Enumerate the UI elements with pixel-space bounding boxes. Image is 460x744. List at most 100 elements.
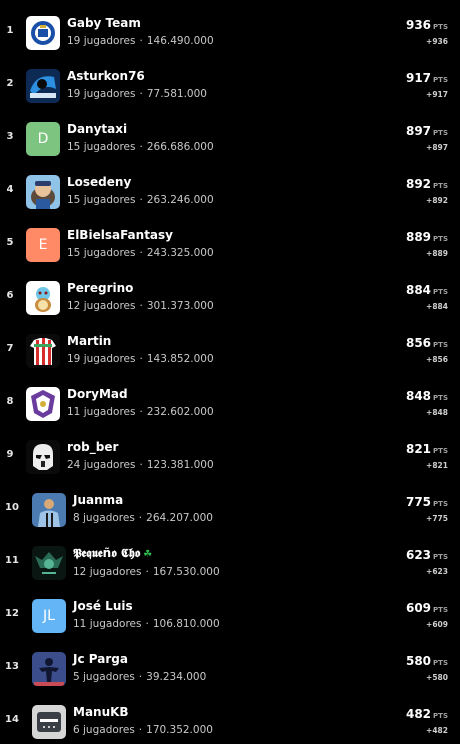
ranking-row[interactable]: 5 E ElBielsaFantasy 15 jugadores · 243.325.00… bbox=[0, 214, 460, 267]
ranking-row[interactable]: 2 Asturkon76 19 jugadores · 77.581.000 917 PTS… bbox=[0, 55, 460, 108]
team-value: 232.602.000 bbox=[146, 406, 214, 418]
ranking-row[interactable]: 8 DoryMad 11 jugadores · 232.602.000 848 PTS +8… bbox=[0, 373, 460, 426]
team-value: 143.852.000 bbox=[146, 353, 214, 365]
team-name[interactable]: Jc Parga bbox=[73, 652, 206, 667]
team-info: Gaby Team 19 jugadores · 146.490.000 bbox=[67, 16, 214, 48]
players-count: 11 jugadores bbox=[73, 618, 142, 630]
points-line: 848 PTS bbox=[406, 389, 448, 405]
points-unit: PTS bbox=[433, 341, 448, 349]
rank-number: 1 bbox=[6, 25, 14, 36]
separator: · bbox=[139, 247, 143, 259]
team-info: Losedeny 15 jugadores · 263.246.000 bbox=[67, 175, 214, 207]
players-count: 15 jugadores bbox=[67, 247, 136, 259]
team-info: Danytaxi 15 jugadores · 266.686.000 bbox=[67, 122, 214, 154]
team-info: rob_ber 24 jugadores · 123.381.000 bbox=[67, 440, 214, 472]
points-value: 917 bbox=[405, 71, 432, 85]
team-name-text: 𝕻𝖊𝖖𝖚𝖊ñ𝖔 𝕮𝖍𝖔 bbox=[73, 546, 141, 560]
rank-number: 12 bbox=[5, 608, 19, 619]
score: 609 PTS +609 bbox=[406, 601, 448, 630]
points-value: 856 bbox=[405, 336, 432, 350]
points-value: 609 bbox=[405, 601, 432, 615]
points-line: 609 PTS bbox=[406, 601, 448, 617]
separator: · bbox=[139, 459, 143, 471]
points-value: 775 bbox=[405, 495, 432, 509]
ranking-row[interactable]: 9 rob_ber 24 jugadores · 123.381.000 821 PTS +8… bbox=[0, 426, 460, 479]
team-name-text: rob_ber bbox=[67, 440, 119, 454]
players-count: 19 jugadores bbox=[67, 353, 136, 365]
team-value: 146.490.000 bbox=[146, 35, 214, 47]
ranking-row[interactable]: 14 ManuKB 6 jugadores · 170.352.000 482 PTS +48… bbox=[0, 691, 460, 744]
team-name[interactable]: ManuKB bbox=[73, 705, 213, 720]
rank-number: 4 bbox=[6, 184, 14, 195]
team-info: José Luis 11 jugadores · 106.810.000 bbox=[73, 599, 220, 631]
points-delta: +897 bbox=[426, 143, 448, 152]
score: 821 PTS +821 bbox=[406, 442, 448, 471]
players-count: 15 jugadores bbox=[67, 141, 136, 153]
separator: · bbox=[145, 566, 149, 578]
team-name[interactable]: Juanma bbox=[73, 493, 213, 508]
rank-number: 9 bbox=[6, 449, 14, 460]
points-delta: +580 bbox=[426, 673, 448, 682]
separator: · bbox=[139, 194, 143, 206]
ranking-row[interactable]: 1 Gaby Team 19 jugadores · 146.490.000 936 PTS… bbox=[0, 2, 460, 55]
team-name[interactable]: Danytaxi bbox=[67, 122, 214, 137]
players-count: 12 jugadores bbox=[67, 300, 136, 312]
score: 775 PTS +775 bbox=[406, 495, 448, 524]
players-count: 8 jugadores bbox=[73, 512, 135, 524]
team-name[interactable]: ElBielsaFantasy bbox=[67, 228, 214, 243]
team-name[interactable]: Peregrino bbox=[67, 281, 214, 296]
team-name-text: Asturkon76 bbox=[67, 69, 145, 83]
points-unit: PTS bbox=[433, 447, 448, 455]
score: 936 PTS +936 bbox=[406, 18, 448, 47]
rank-number: 2 bbox=[6, 78, 14, 89]
team-value: 243.325.000 bbox=[146, 247, 214, 259]
team-value: 266.686.000 bbox=[146, 141, 214, 153]
ranking-row[interactable]: 12 JL José Luis 11 jugadores · 106.810.000 609… bbox=[0, 585, 460, 638]
ranking-row[interactable]: 11 𝕻𝖊𝖖𝖚𝖊ñ𝖔 𝕮𝖍𝖔 ☘ 12 jugadores · 167.530.000 62… bbox=[0, 532, 460, 585]
team-info: Juanma 8 jugadores · 264.207.000 bbox=[73, 493, 213, 525]
team-name[interactable]: Martin bbox=[67, 334, 214, 349]
team-value: 170.352.000 bbox=[146, 724, 213, 736]
team-meta: 11 jugadores · 232.602.000 bbox=[67, 406, 214, 419]
score: 856 PTS +856 bbox=[406, 336, 448, 365]
team-name[interactable]: Gaby Team bbox=[67, 16, 214, 31]
points-delta: +856 bbox=[426, 355, 448, 364]
points-unit: PTS bbox=[433, 659, 448, 667]
players-count: 15 jugadores bbox=[67, 194, 136, 206]
team-name[interactable]: DoryMad bbox=[67, 387, 214, 402]
ranking-row[interactable]: 4 Losedeny 15 jugadores · 263.246.000 892 PTS +… bbox=[0, 161, 460, 214]
points-unit: PTS bbox=[433, 23, 448, 31]
team-name[interactable]: 𝕻𝖊𝖖𝖚𝖊ñ𝖔 𝕮𝖍𝖔 ☘ bbox=[73, 546, 220, 562]
points-delta: +884 bbox=[426, 302, 448, 311]
separator: · bbox=[138, 724, 143, 736]
ranking-row[interactable]: 7 Martin 19 jugadores · 143.852.000 856 PTS +85… bbox=[0, 320, 460, 373]
points-line: 917 PTS bbox=[406, 71, 448, 87]
ranking-row[interactable]: 6 Peregrino 12 jugadores · 301.373.000 884 PTS… bbox=[0, 267, 460, 320]
team-name-text: DoryMad bbox=[67, 387, 128, 401]
team-name-text: ElBielsaFantasy bbox=[67, 228, 173, 242]
team-name[interactable]: Losedeny bbox=[67, 175, 214, 190]
points-value: 884 bbox=[405, 283, 432, 297]
team-name[interactable]: Asturkon76 bbox=[67, 69, 207, 84]
score: 897 PTS +897 bbox=[406, 124, 448, 153]
avatar-initials: E bbox=[38, 237, 48, 253]
cartoon-icon bbox=[26, 175, 60, 209]
team-name[interactable]: José Luis bbox=[73, 599, 220, 614]
players-count: 11 jugadores bbox=[67, 406, 136, 418]
ranking-row[interactable]: 13 Jc Parga 5 jugadores · 39.234.000 580 PTS +5… bbox=[0, 638, 460, 691]
ranking-row[interactable]: 3 D Danytaxi 15 jugadores · 266.686.000 897 PTS… bbox=[0, 108, 460, 161]
silhouette-icon bbox=[32, 652, 66, 686]
points-line: 856 PTS bbox=[406, 336, 448, 352]
team-meta: 19 jugadores · 143.852.000 bbox=[67, 353, 214, 366]
team-name-text: Peregrino bbox=[67, 281, 134, 295]
team-name[interactable]: rob_ber bbox=[67, 440, 214, 455]
separator: · bbox=[145, 618, 149, 630]
team-meta: 12 jugadores · 167.530.000 bbox=[73, 566, 220, 579]
team-meta: 12 jugadores · 301.373.000 bbox=[67, 300, 214, 313]
players-count: 19 jugadores bbox=[67, 35, 136, 47]
rank-number: 8 bbox=[6, 396, 14, 407]
team-info: ElBielsaFantasy 15 jugadores · 243.325.000 bbox=[67, 228, 214, 260]
ranking-row[interactable]: 10 Juanma 8 jugadores · 264.207.000 775 PTS +77… bbox=[0, 479, 460, 532]
points-unit: PTS bbox=[433, 182, 448, 190]
points-line: 623 PTS bbox=[406, 548, 448, 564]
